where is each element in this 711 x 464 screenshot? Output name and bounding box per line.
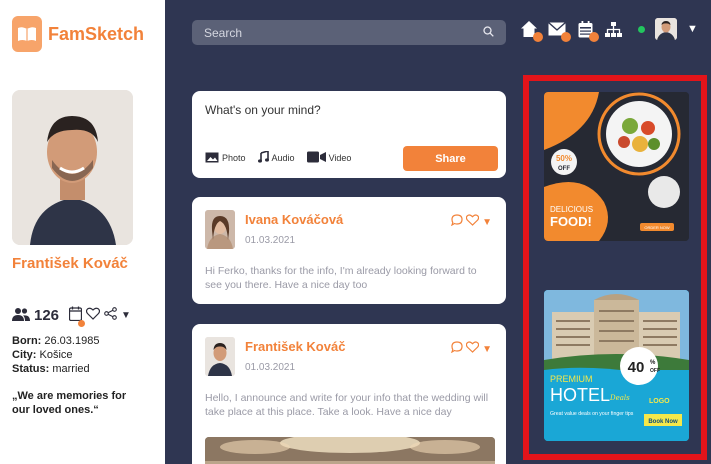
calendar-icon[interactable]: [68, 306, 86, 327]
food-ad-banner[interactable]: 50% OFF DELICIOUS FOOD! ORDER NOW: [544, 92, 689, 241]
svg-text:OFF: OFF: [650, 368, 660, 374]
app-name: FamSketch: [48, 23, 145, 44]
share-button[interactable]: Share: [403, 146, 498, 171]
svg-text:Great value deals on your fing: Great value deals on your finger tips: [550, 411, 634, 417]
svg-text:DELICIOUS: DELICIOUS: [550, 205, 593, 214]
profile-info: Born: 26.03.1985 City: Košice Status: ma…: [12, 334, 99, 376]
author-avatar[interactable]: [205, 337, 235, 376]
profile-name[interactable]: František Kováč: [12, 254, 132, 274]
ads-panel: 50% OFF DELICIOUS FOOD! ORDER NOW 40 % O…: [523, 75, 707, 460]
post-input[interactable]: [205, 103, 485, 117]
app-logo[interactable]: FamSketch: [12, 16, 144, 52]
hotel-ad-banner[interactable]: 40 % OFF PREMIUM HOTEL Deals Great value…: [544, 290, 689, 441]
author-avatar[interactable]: [205, 210, 235, 249]
audio-button[interactable]: Audio: [257, 149, 295, 165]
caret-down-icon[interactable]: ▼: [482, 217, 492, 228]
caret-down-icon[interactable]: ▼: [482, 344, 492, 355]
home-icon[interactable]: [520, 19, 543, 42]
notification-badge: [561, 32, 571, 42]
photo-icon: [205, 152, 219, 165]
heart-icon[interactable]: [465, 213, 480, 231]
svg-text:40: 40: [628, 359, 645, 376]
post-card: Ivana Kováčová 01.03.2021 ▼ Hi Ferko, th…: [192, 197, 506, 304]
heart-icon[interactable]: [465, 340, 480, 358]
svg-text:FOOD!: FOOD!: [550, 214, 592, 229]
profile-stats: 126 ▼: [12, 306, 131, 327]
svg-text:ORDER NOW: ORDER NOW: [644, 225, 670, 230]
search-bar[interactable]: [192, 20, 506, 45]
friends-count[interactable]: 126: [34, 307, 59, 324]
notification-badge: [589, 32, 599, 42]
svg-text:50%: 50%: [556, 154, 572, 163]
svg-text:PREMIUM: PREMIUM: [550, 374, 593, 384]
top-nav: ▼: [520, 18, 698, 42]
svg-text:Book Now: Book Now: [648, 419, 678, 425]
account-menu-caret-icon[interactable]: ▼: [687, 23, 698, 35]
svg-text:LOGO: LOGO: [649, 398, 670, 405]
city-row: City: Košice: [12, 349, 73, 361]
photo-button[interactable]: Photo: [205, 152, 246, 165]
svg-text:Deals: Deals: [609, 394, 630, 402]
profile-quote: „We are memories for our loved ones.“: [12, 390, 127, 416]
svg-text:HOTEL: HOTEL: [550, 385, 610, 405]
user-avatar[interactable]: [655, 18, 677, 40]
network-icon[interactable]: [604, 19, 622, 39]
composer-actions: Photo Audio Video: [205, 149, 351, 165]
comment-icon[interactable]: [451, 213, 463, 231]
post-actions: ▼: [451, 340, 492, 358]
post-image[interactable]: [205, 437, 495, 464]
music-icon: [257, 149, 269, 165]
status-row: Status: married: [12, 363, 90, 375]
born-row: Born: 26.03.1985: [12, 335, 100, 347]
post-date: 01.03.2021: [245, 235, 296, 246]
svg-text:%: %: [650, 360, 656, 366]
post-author[interactable]: Ivana Kováčová: [245, 212, 343, 227]
comment-icon[interactable]: [451, 340, 463, 358]
video-button[interactable]: Video: [306, 151, 351, 165]
post-text: Hi Ferko, thanks for the info, I'm alrea…: [205, 265, 477, 291]
post-actions: ▼: [451, 213, 492, 231]
caret-down-icon[interactable]: ▼: [121, 310, 131, 321]
share-icon[interactable]: [104, 307, 117, 324]
mail-icon[interactable]: [548, 19, 571, 42]
notification-badge: [533, 32, 543, 42]
heart-icon[interactable]: [85, 307, 101, 324]
post-card: František Kováč 01.03.2021 ▼ Hello, I an…: [192, 324, 506, 464]
online-status-dot: [638, 25, 645, 33]
video-camera-icon: [306, 151, 326, 165]
post-author[interactable]: František Kováč: [245, 339, 345, 354]
calendar-icon[interactable]: [576, 19, 599, 42]
post-composer: Photo Audio Video Share: [192, 91, 506, 178]
post-text: Hello, I announce and write for your inf…: [205, 392, 489, 418]
search-input[interactable]: [204, 25, 464, 40]
profile-sidebar: FamSketch František Kováč 126 ▼ Born: 26…: [0, 0, 165, 464]
friends-icon: [12, 307, 30, 325]
svg-text:OFF: OFF: [558, 166, 570, 172]
post-date: 01.03.2021: [245, 362, 296, 373]
book-icon: [12, 16, 42, 52]
search-icon[interactable]: [483, 24, 494, 42]
profile-photo[interactable]: [12, 90, 133, 245]
